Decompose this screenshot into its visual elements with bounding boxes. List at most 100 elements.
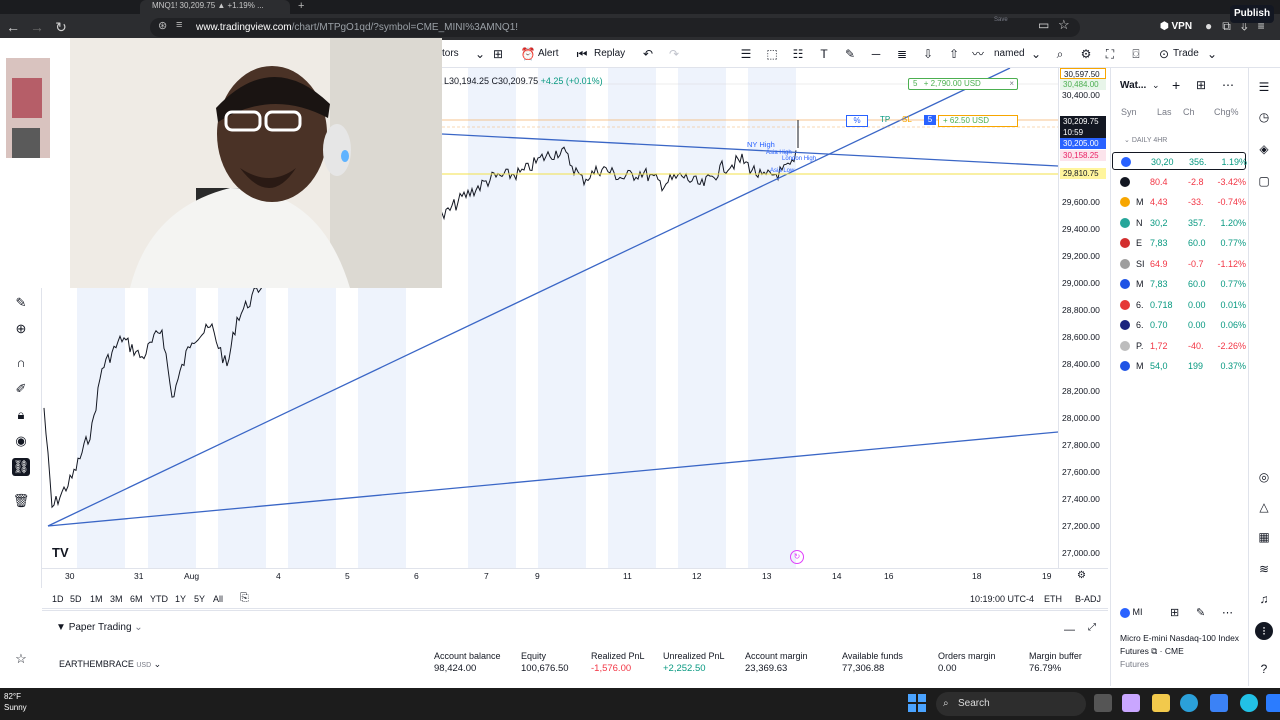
help-icon[interactable]: ? [1255,660,1273,678]
copilot-icon[interactable] [1122,694,1140,712]
back-arrow-icon[interactable]: ← [4,18,22,36]
alert-button[interactable]: Alert [538,46,559,62]
apps-grid-icon[interactable]: ⁝ [1255,622,1273,640]
watchlist-row[interactable]: M 7,83 60.0 0.77% [1112,275,1246,293]
watchlist-row[interactable]: 80.4 -2.8 -3.42% [1112,173,1246,191]
range-button[interactable]: 5Y [194,594,205,604]
calendar-icon[interactable]: ▦ [1255,528,1273,546]
pen-icon[interactable]: ✎ [842,46,858,62]
detail-grid-icon[interactable]: ⊞ [1170,606,1179,619]
forward-arrow-icon[interactable]: → [28,18,46,36]
bookmark-star-icon[interactable]: ☆ [1058,17,1070,33]
watchlist-dropdown-icon[interactable]: ⌄ [1152,80,1160,91]
sliders-icon[interactable]: ☷ [790,46,806,62]
fullscreen-icon[interactable]: ⛶ [1102,46,1118,62]
settings-gear-icon[interactable]: ⚙ [1078,46,1094,62]
layers-icon[interactable]: ◈ [1255,140,1273,158]
line-icon[interactable]: ─ [868,46,884,62]
stream-icon[interactable]: ≋ [1255,560,1273,578]
range-button[interactable]: 1Y [175,594,186,604]
align-icon[interactable]: ☰ [738,46,754,62]
goto-date-icon[interactable]: ⎘ [240,592,249,605]
watchlist-more-icon[interactable]: ⋯ [1222,78,1234,92]
watchlist-icon[interactable]: ☰ [1255,78,1273,96]
camera-icon[interactable]: ⌼ [1128,46,1144,62]
text-tool-icon[interactable]: T [816,46,832,62]
notifications-bell-icon[interactable]: ♫ [1255,590,1273,608]
maximize-panel-icon[interactable]: ⤢ [1088,622,1096,633]
watchlist-row[interactable]: N 30,2 357. 1.20% [1112,214,1246,232]
new-tab-button[interactable]: + [298,0,304,12]
taskbar-search[interactable]: ⌕ Search [936,692,1086,716]
session-clock[interactable]: 10:19:00 UTC-4 [970,594,1034,604]
range-button[interactable]: 1M [90,594,103,604]
tp-label[interactable]: TP [880,115,890,125]
order-qty-badge[interactable]: 5 [924,115,936,125]
close-icon[interactable]: × [1009,79,1014,89]
range-button[interactable]: 1D [52,594,64,604]
watchlist-row[interactable]: P. 1,72 -40. -2.26% [1112,337,1246,355]
alerts-clock-icon[interactable]: ◷ [1255,108,1273,126]
range-button[interactable]: YTD [150,594,168,604]
vpn-badge[interactable]: ⬢ VPN [1160,19,1192,35]
watchlist-row[interactable]: 6. 0.70 0.00 0.06% [1112,316,1246,334]
sl-label[interactable]: SL [902,115,912,125]
watchlist-row[interactable]: 30,20 356. 1.19% [1112,152,1247,170]
tune-icon[interactable]: ≡ [176,19,182,31]
watchlist-layout-icon[interactable]: ⊞ [1196,78,1206,92]
reload-icon[interactable]: ↻ [52,18,70,36]
select-frame-icon[interactable]: ⬚ [764,46,780,62]
watchlist-row[interactable]: 6. 0.718 0.00 0.01% [1112,296,1246,314]
wave-icon[interactable]: 〰 [970,46,986,62]
site-info-icon[interactable]: ⊛ [158,19,167,32]
range-button[interactable]: 3M [110,594,123,604]
store-icon[interactable] [1210,694,1228,712]
layouts-grid-icon[interactable]: ⊞ [490,46,506,62]
range-button[interactable]: 5D [70,594,82,604]
order-label-tp-sl[interactable]: % TP SL 5 + 62.50 USD [846,115,1018,127]
range-button[interactable]: All [213,594,223,604]
stay-drawing-icon[interactable]: ✐ [12,380,30,398]
order-value-label[interactable]: + 62.50 USD [938,115,1018,127]
publish-button[interactable]: Publish [1230,5,1274,23]
replay-button[interactable]: Replay [594,46,625,62]
layout-name[interactable]: named [994,46,1025,62]
scale-settings-icon[interactable]: ⚙ [1077,570,1086,581]
weather-widget[interactable]: 82°F Sunny [4,691,27,713]
file-explorer-icon[interactable] [1152,694,1170,712]
search-icon[interactable]: ⌕ [1052,46,1068,62]
order-pct-button[interactable]: % [846,115,868,127]
col-change[interactable]: Ch [1183,107,1195,117]
link-icon[interactable]: ⛓ [12,458,30,476]
arrow-down-icon[interactable]: ⇩ [920,46,936,62]
col-symbol[interactable]: Syn [1121,107,1137,117]
favorites-star-icon[interactable]: ☆ [12,650,30,668]
paper-trading-tab[interactable]: ▼ Paper Trading ⌄ [56,622,143,633]
watchlist-row[interactable]: M 54,0 199 0.37% [1112,357,1246,375]
target-icon[interactable]: ◎ [1255,468,1273,486]
brush-icon[interactable]: ✎ [12,294,30,312]
ideas-icon[interactable]: △ [1255,498,1273,516]
windows-start-icon[interactable] [908,694,926,712]
session-toggle[interactable]: ETH [1044,594,1062,604]
trade-button[interactable]: Trade [1173,46,1199,62]
indicators-button[interactable]: tors [442,46,459,62]
app-icon[interactable] [1266,694,1280,712]
col-last[interactable]: Las [1157,107,1172,117]
watchlist-section[interactable]: ⌄ DAILY 4HR [1124,136,1167,144]
add-symbol-icon[interactable]: + [1172,77,1180,93]
task-view-icon[interactable] [1094,694,1112,712]
chat-icon[interactable]: ▢ [1255,172,1273,190]
chrome-app-icon[interactable] [1240,694,1258,712]
range-button[interactable]: 6M [130,594,143,604]
account-selector[interactable]: EARTHEMBRACE USD ⌄ [59,659,161,670]
lock-icon[interactable]: 🔒︎ [12,406,30,424]
layout-dropdown-icon[interactable]: ⌄ [1028,46,1044,62]
adjustment-toggle[interactable]: B-ADJ [1075,594,1101,604]
undo-icon[interactable]: ↶ [640,46,656,62]
time-scale[interactable] [42,568,1108,586]
detail-symbol[interactable]: MI [1133,607,1143,617]
edge-icon[interactable] [1180,694,1198,712]
minimize-panel-icon[interactable]: — [1064,624,1075,636]
dropdown-icon[interactable]: ⌄ [472,46,488,62]
